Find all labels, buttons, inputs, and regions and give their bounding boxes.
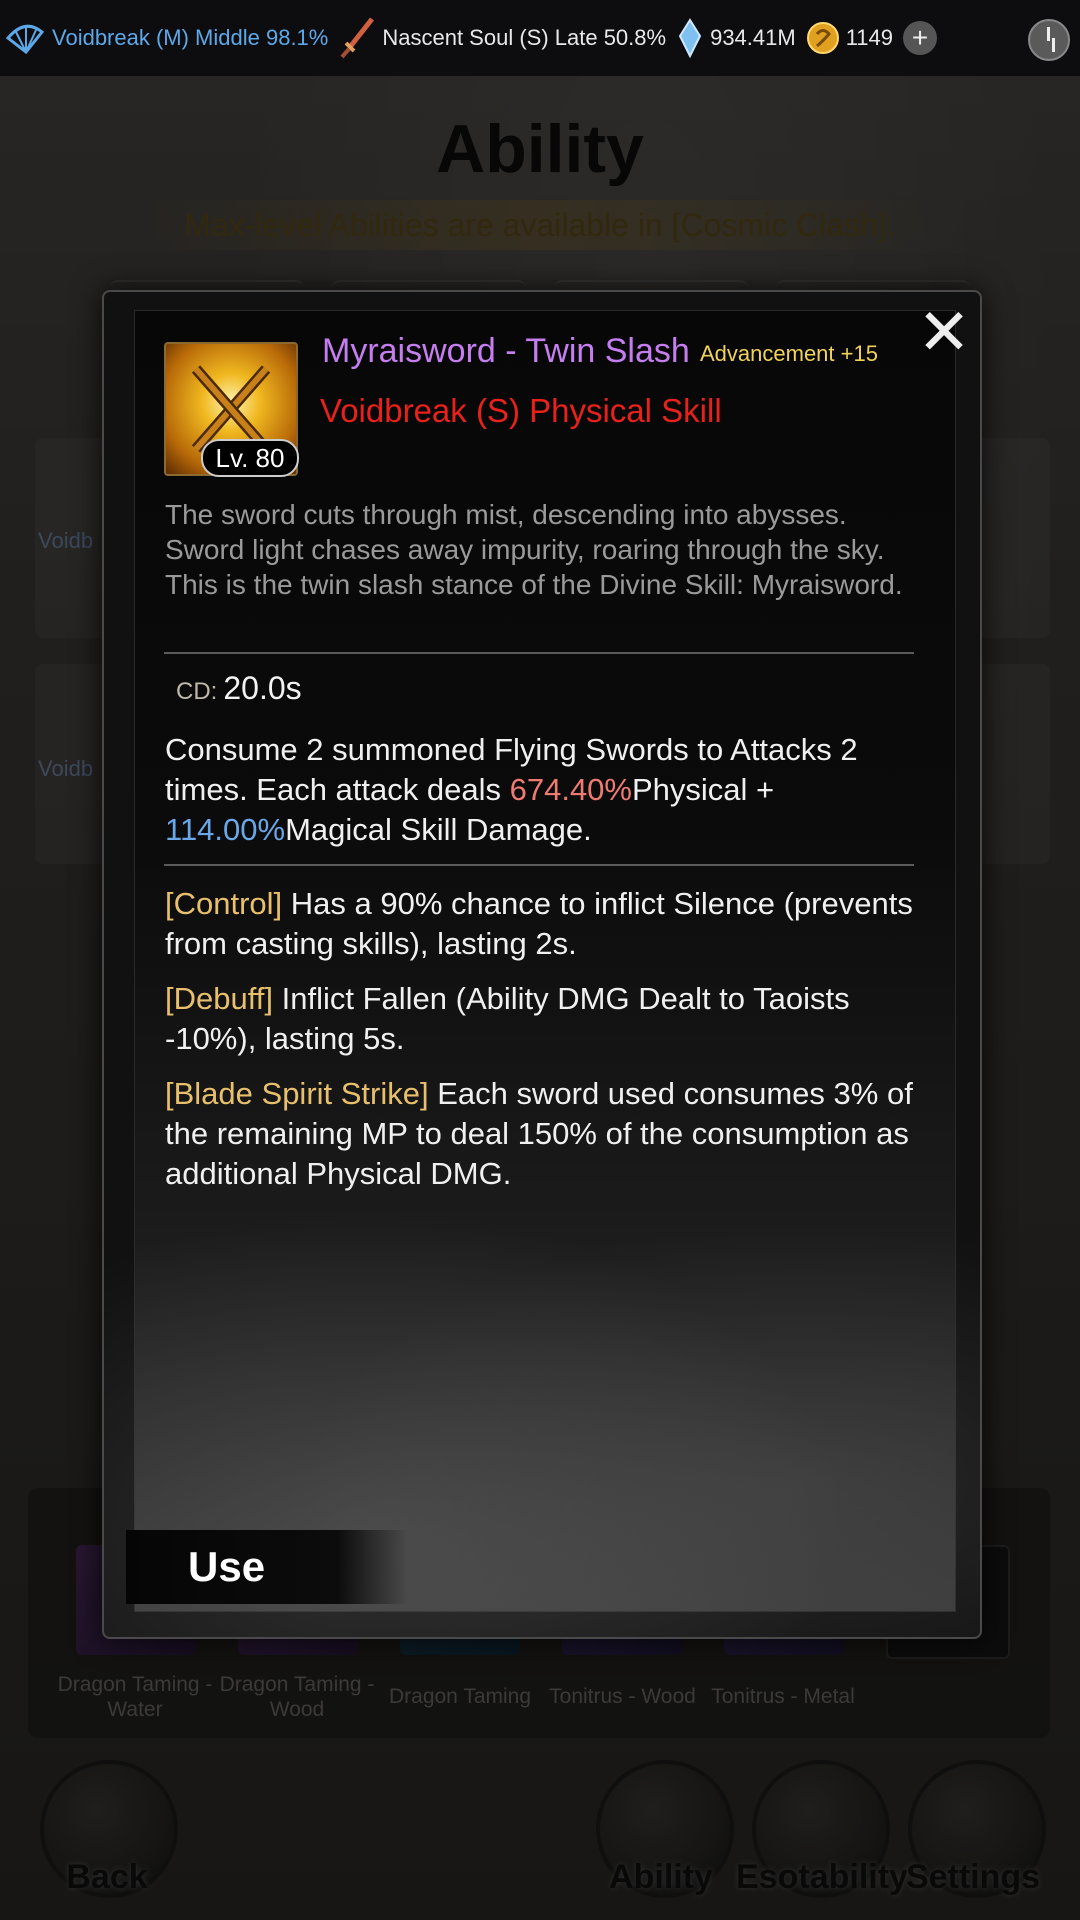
effect-tag: [Debuff]: [165, 981, 274, 1016]
currency-amount: 1149: [845, 25, 894, 50]
skill-effect: [Debuff] Inflict Fallen (Ability DMG Dea…: [165, 979, 925, 1059]
effect-tag: [Blade Spirit Strike]: [165, 1076, 429, 1111]
skill-effect: [Blade Spirit Strike] Each sword used co…: [165, 1074, 925, 1194]
skill-effect: [Control] Has a 90% chance to inflict Si…: [165, 884, 925, 964]
effect-tag: [Control]: [165, 886, 283, 921]
crystal-icon: [678, 18, 702, 58]
fan-icon: [5, 24, 45, 55]
coin-icon: [806, 22, 839, 54]
cooldown-row: CD: 20.0s: [176, 670, 302, 707]
soul-text: Nascent Soul (S) Late 50.8%: [382, 25, 667, 50]
skill-effects-list: [Control] Has a 90% chance to inflict Si…: [165, 884, 925, 1209]
skill-description: The sword cuts through mist, descending …: [165, 499, 903, 600]
divider: [164, 652, 914, 654]
cooldown-label: CD:: [176, 678, 218, 705]
magical-percent: 114.00%: [165, 812, 286, 847]
effect-text: Magical Skill Damage.: [285, 812, 592, 847]
clock-icon[interactable]: [1028, 19, 1070, 61]
realm-text: Voidbreak (M) Middle 98.1%: [52, 25, 329, 50]
sword-icon: [340, 17, 375, 59]
crystal-amount: 934.41M: [710, 25, 796, 50]
divider: [164, 864, 914, 866]
physical-percent: 674.40%: [509, 772, 632, 807]
currency-counter: 1149: [806, 21, 893, 55]
status-bar: Voidbreak (M) Middle 98.1% Nascent Soul …: [0, 0, 1080, 76]
add-currency-button[interactable]: +: [903, 21, 938, 55]
advancement-label: Advancement +15: [700, 341, 878, 366]
skill-name: Myraisword - Twin Slash: [322, 332, 690, 370]
level-badge: Lv. 80: [201, 439, 299, 477]
cooldown-value: 20.0s: [223, 670, 302, 706]
soul-status: Nascent Soul (S) Late 50.8%: [338, 17, 666, 59]
skill-icon: Lv. 80: [164, 342, 299, 477]
effect-text: Physical +: [632, 772, 775, 807]
realm-status: Voidbreak (M) Middle 98.1%: [0, 18, 328, 58]
skill-main-effect: Consume 2 summoned Flying Swords to Atta…: [165, 730, 925, 850]
close-button[interactable]: ✕: [914, 300, 974, 364]
crystal-counter: 934.41M: [676, 18, 796, 58]
skill-type: Voidbreak (S) Physical Skill: [320, 392, 722, 429]
skill-detail-modal: ✕ Lv. 80 Myraisword - Twin Slash Advance…: [102, 290, 982, 1639]
use-button[interactable]: Use: [126, 1530, 408, 1604]
